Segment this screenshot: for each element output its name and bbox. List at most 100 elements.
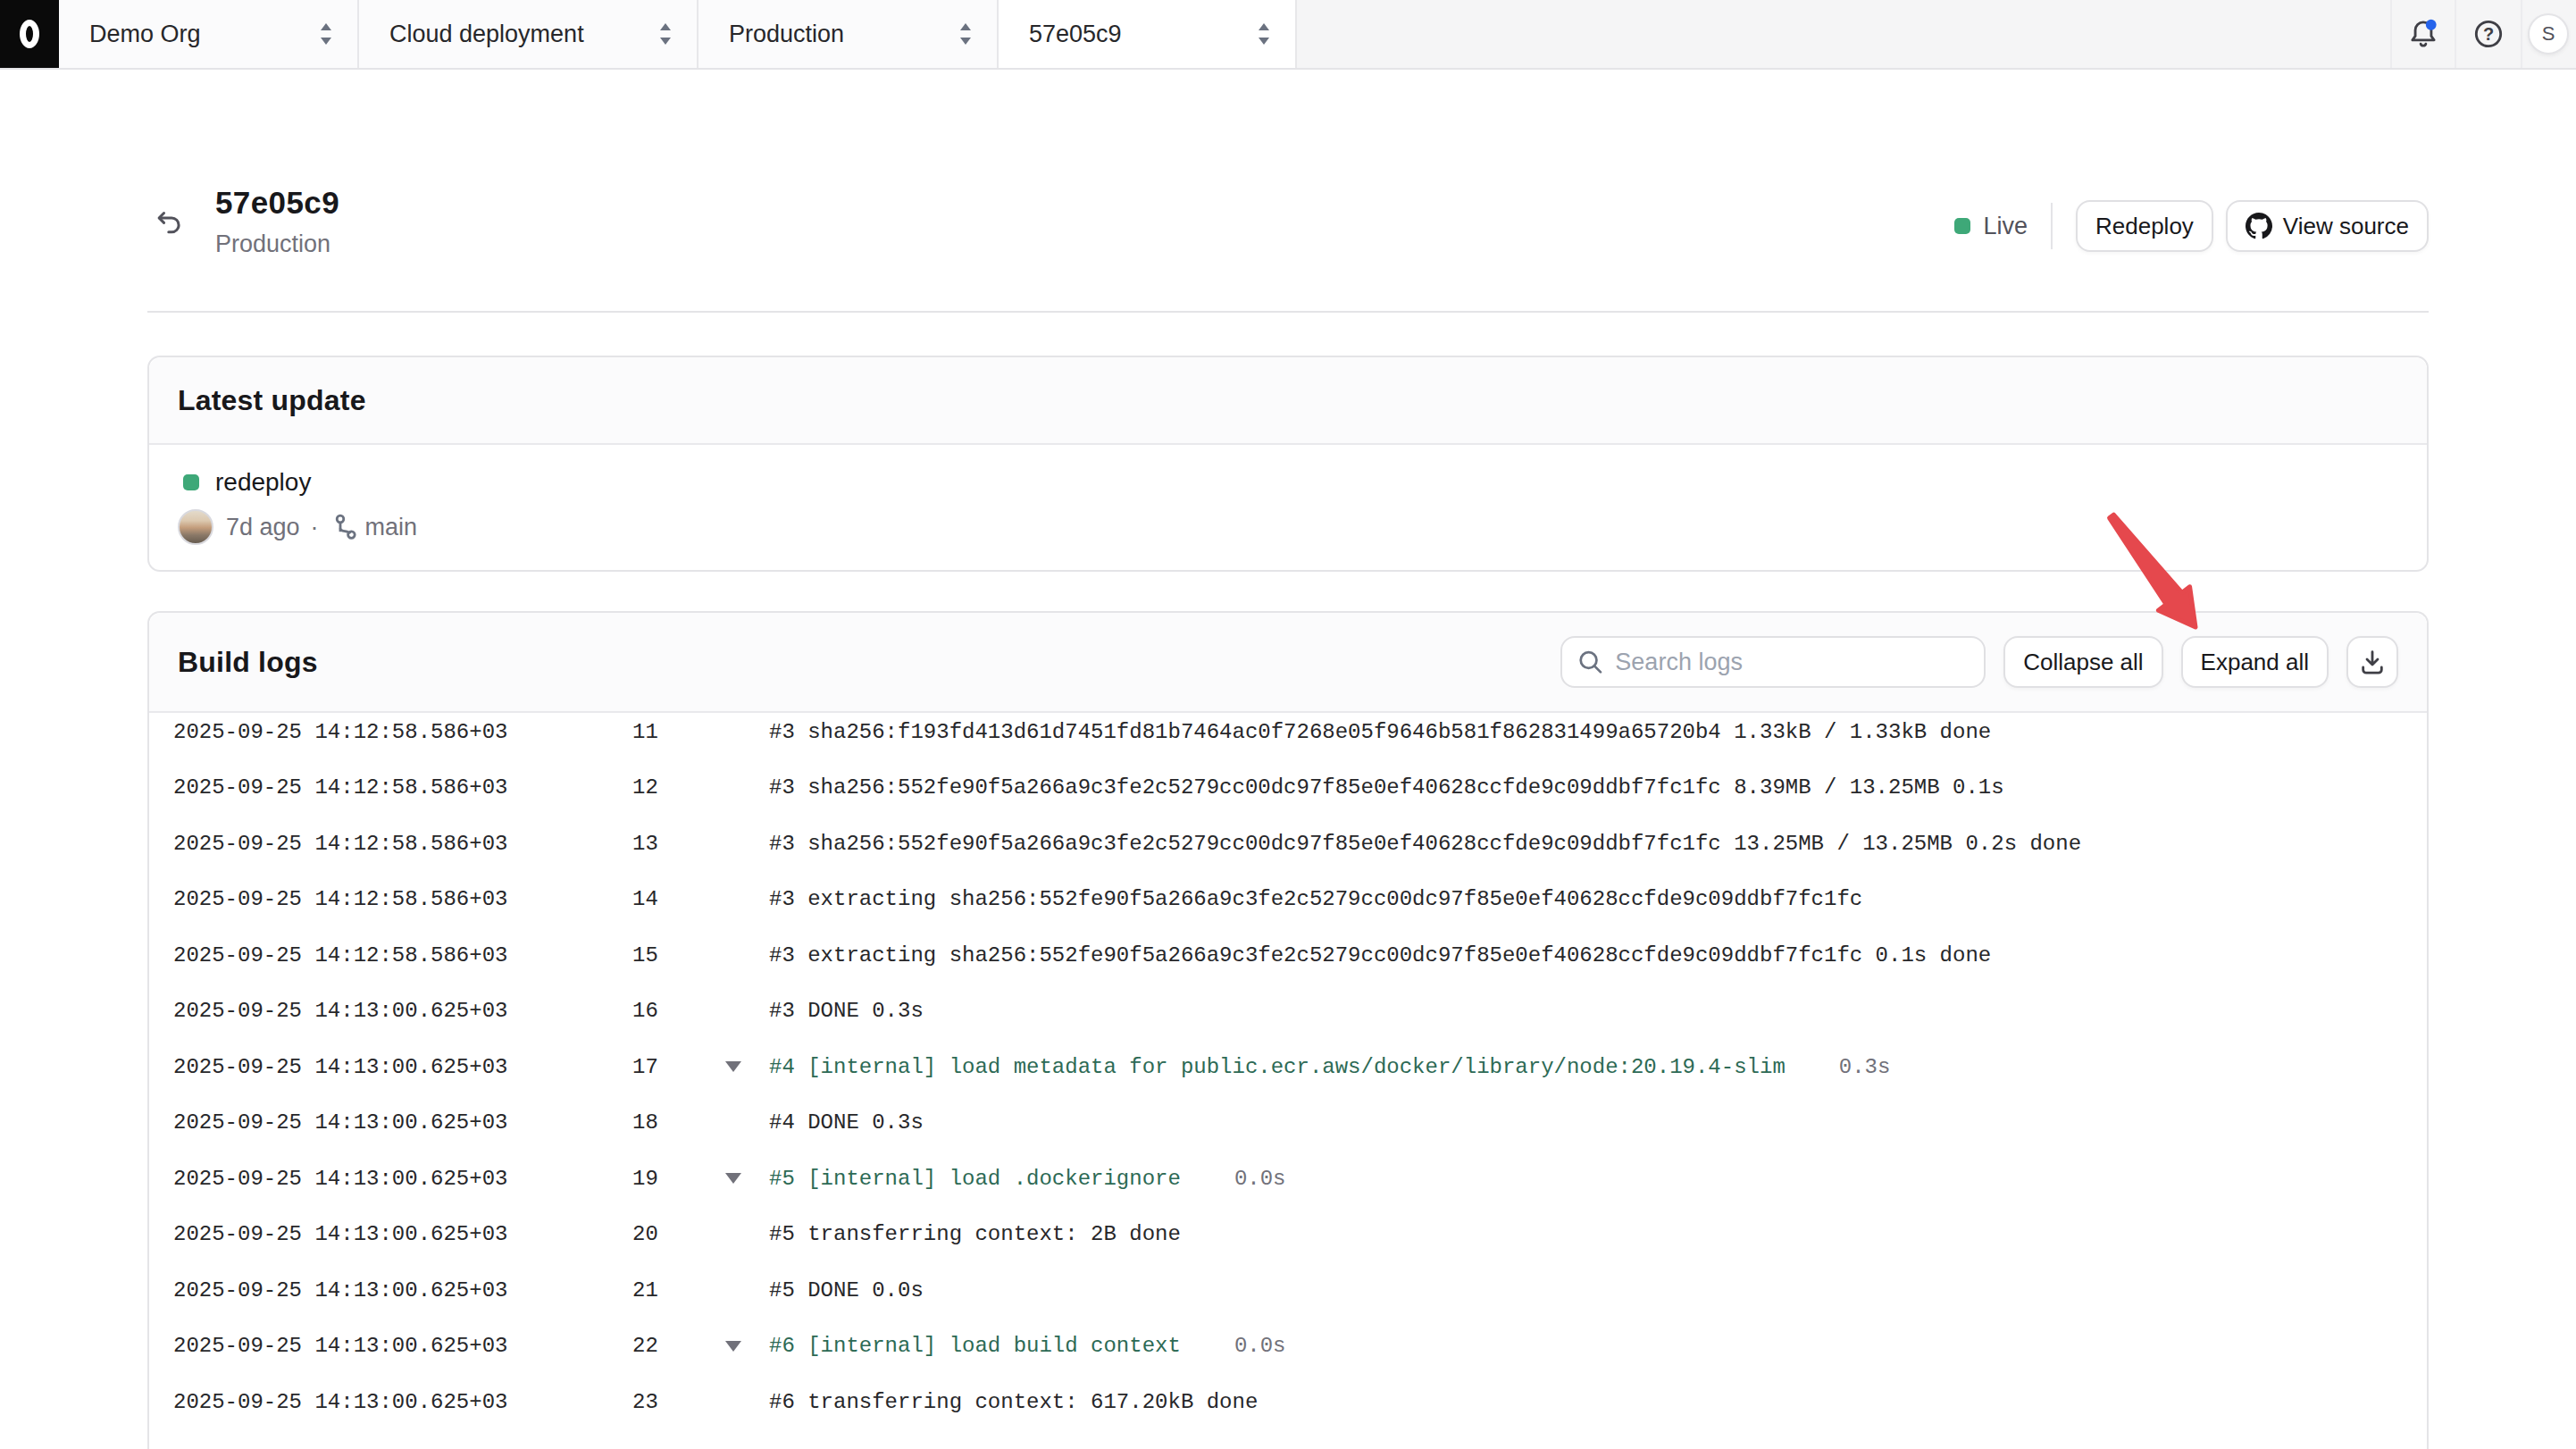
- view-source-label: View source: [2283, 213, 2409, 240]
- search-logs-input[interactable]: [1560, 636, 1986, 688]
- log-line-number: 23: [632, 1390, 725, 1414]
- log-line-number: 13: [632, 832, 725, 856]
- log-timestamp: 2025-09-25 14:13:00.625+03: [173, 1334, 632, 1358]
- page-header: 57e05c9 Production Live Redeploy View so…: [147, 70, 2429, 311]
- log-timestamp: 2025-09-25 14:13:00.625+03: [173, 1167, 632, 1191]
- live-status-icon: [1954, 218, 1970, 234]
- live-status-label: Live: [1983, 213, 2028, 240]
- project-selector[interactable]: Cloud deployment: [359, 0, 698, 68]
- topbar-right: ? S: [1297, 0, 2576, 68]
- event-time: 7d ago: [226, 514, 300, 541]
- log-line-number: 16: [632, 999, 725, 1023]
- redeploy-button[interactable]: Redeploy: [2076, 200, 2213, 252]
- log-timestamp: 2025-09-25 14:12:58.586+03: [173, 720, 632, 744]
- top-nav-bar: Demo Org Cloud deployment Production 57e…: [0, 0, 2576, 70]
- log-line-number: 18: [632, 1110, 725, 1135]
- collapse-all-button[interactable]: Collapse all: [2003, 636, 2162, 688]
- log-row: 2025-09-25 14:13:00.625+0323#6 transferr…: [149, 1374, 2427, 1430]
- svg-text:?: ?: [2483, 24, 2494, 44]
- sorter-icon: [318, 21, 334, 46]
- log-line-number: 15: [632, 943, 725, 967]
- log-row: 2025-09-25 14:13:00.625+0320#5 transferr…: [149, 1207, 2427, 1263]
- log-row: 2025-09-25 14:12:58.586+0312#3 sha256:55…: [149, 760, 2427, 817]
- log-row: 2025-09-25 14:12:58.586+0313 #3 sha256:55…: [149, 816, 2427, 872]
- sorter-icon: [1256, 21, 1272, 46]
- org-selector[interactable]: Demo Org: [59, 0, 359, 68]
- notification-dot: [2426, 20, 2437, 30]
- log-collapse-toggle[interactable]: [725, 1173, 769, 1184]
- divider: [2051, 203, 2053, 249]
- log-message: #3 DONE 0.3s: [769, 999, 924, 1023]
- log-message: #3 extracting sha256:552fe90f5a266a9c3fe…: [769, 887, 1862, 911]
- triangle-down-icon: [725, 1061, 741, 1072]
- log-duration: 0.0s: [1234, 1167, 1286, 1191]
- log-message: #4 DONE 0.3s: [769, 1110, 924, 1135]
- log-collapse-toggle[interactable]: [725, 1341, 769, 1352]
- log-message: #5 [internal] load .dockerignore: [769, 1167, 1181, 1191]
- author-avatar: [178, 509, 213, 545]
- latest-update-header: Latest update: [149, 357, 2427, 445]
- log-timestamp: 2025-09-25 14:12:58.586+03: [173, 832, 632, 856]
- divider: [147, 311, 2429, 313]
- log-timestamp: 2025-09-25 14:13:00.625+03: [173, 1390, 632, 1414]
- github-icon: [2246, 213, 2272, 239]
- log-message: #3 extracting sha256:552fe90f5a266a9c3fe…: [769, 943, 1991, 967]
- log-timestamp: 2025-09-25 14:12:58.586+03: [173, 943, 632, 967]
- log-message: #4 [internal] load metadata for public.e…: [769, 1055, 1786, 1079]
- log-line-number: 19: [632, 1167, 725, 1191]
- log-message: #3 sha256:f193fd413d61d7451fd81b7464ac0f…: [769, 720, 1991, 744]
- app-logo[interactable]: [0, 0, 59, 68]
- log-timestamp: 2025-09-25 14:13:00.625+03: [173, 1055, 632, 1079]
- environment-selector[interactable]: Production: [698, 0, 999, 68]
- project-selector-label: Cloud deployment: [389, 21, 584, 48]
- log-message: #3 sha256:552fe90f5a266a9c3fe2c5279cc00d…: [769, 775, 2004, 800]
- log-duration: 0.0s: [1234, 1334, 1286, 1358]
- log-row: 2025-09-25 14:12:58.586+0315 #3 extractin…: [149, 927, 2427, 984]
- log-message: #3 sha256:552fe90f5a266a9c3fe2c5279cc00d…: [769, 832, 2081, 856]
- event-label: redeploy: [215, 468, 311, 497]
- log-duration: 0.3s: [1839, 1055, 1891, 1079]
- expand-all-button[interactable]: Expand all: [2181, 636, 2329, 688]
- log-line-number: 14: [632, 887, 725, 911]
- meta-separator: ·: [311, 514, 319, 541]
- notifications-button[interactable]: [2390, 0, 2455, 68]
- user-menu[interactable]: S: [2521, 0, 2576, 68]
- log-line-number: 17: [632, 1055, 725, 1079]
- log-row: 2025-09-25 14:13:00.625+0316#3 DONE 0.3s: [149, 984, 2427, 1040]
- log-row: 2025-09-25 14:13:00.625+0319 #5 [internal…: [149, 1151, 2427, 1207]
- log-row: 2025-09-25 14:13:00.625+0317 #4 [internal…: [149, 1039, 2427, 1095]
- log-message: #6 [internal] load build context: [769, 1334, 1181, 1358]
- log-row: 2025-09-25 14:13:00.625+0318 #4 DONE 0.3s: [149, 1095, 2427, 1152]
- deployment-selector[interactable]: 57e05c9: [999, 0, 1297, 68]
- back-button[interactable]: [151, 205, 187, 241]
- log-collapse-toggle[interactable]: [725, 1061, 769, 1072]
- page-title: 57e05c9: [215, 184, 339, 222]
- log-timestamp: 2025-09-25 14:12:58.586+03: [173, 775, 632, 800]
- download-icon: [2359, 649, 2386, 675]
- bell-icon: [2406, 17, 2440, 51]
- log-row: 2025-09-25 14:13:00.625+0322 #6 [internal…: [149, 1319, 2427, 1375]
- back-icon: [155, 209, 183, 238]
- help-button[interactable]: ?: [2455, 0, 2521, 68]
- log-row: 2025-09-25 14:12:58.586+0311#3 sha256:f1…: [149, 704, 2427, 760]
- log-timestamp: 2025-09-25 14:13:00.625+03: [173, 1110, 632, 1135]
- triangle-down-icon: [725, 1173, 741, 1184]
- search-icon: [1578, 649, 1602, 675]
- log-row: 2025-09-25 14:12:58.586+0314 #3 extractin…: [149, 872, 2427, 928]
- log-line-number: 22: [632, 1334, 725, 1358]
- search-logs-field[interactable]: [1615, 649, 1968, 676]
- deployment-selector-label: 57e05c9: [1029, 21, 1122, 48]
- download-logs-button[interactable]: [2346, 636, 2398, 688]
- page-subtitle: Production: [215, 230, 339, 258]
- latest-update-card: Latest update redeploy 7d ago · main: [147, 356, 2429, 572]
- branch-name: main: [365, 514, 418, 541]
- log-line-number: 20: [632, 1222, 725, 1246]
- view-source-button[interactable]: View source: [2226, 200, 2429, 252]
- help-icon: ?: [2471, 17, 2505, 51]
- log-timestamp: 2025-09-25 14:13:00.625+03: [173, 1278, 632, 1302]
- log-timestamp: 2025-09-25 14:12:58.586+03: [173, 887, 632, 911]
- event-status-icon: [183, 474, 199, 490]
- sorter-icon: [958, 21, 974, 46]
- branch-icon: [333, 514, 358, 540]
- build-logs-header: Build logs Collapse all Expand all: [149, 613, 2427, 713]
